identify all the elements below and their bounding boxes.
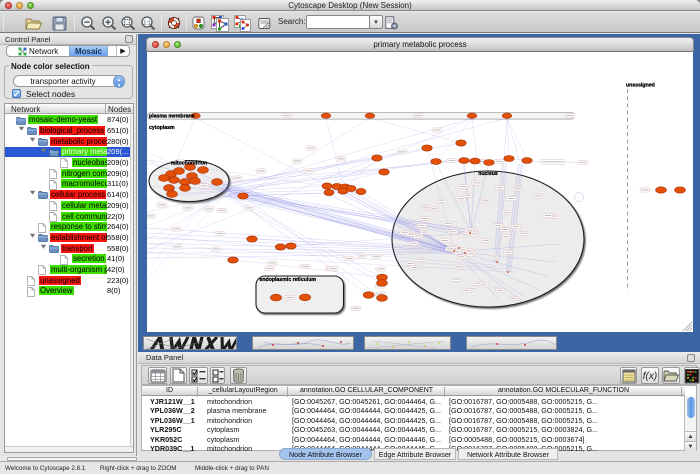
svg-text:nucleus: nucleus [478,171,498,177]
svg-text:cytoplasm: cytoplasm [149,125,175,131]
svg-text:mitochondrion: mitochondrion [171,161,207,167]
svg-text:unassigned: unassigned [626,83,655,89]
svg-text:f(x): f(x) [643,371,657,382]
svg-text:1:1: 1:1 [143,20,151,26]
svg-text:plasma membrane: plasma membrane [149,113,195,119]
svg-text:endoplasmic reticulum: endoplasmic reticulum [260,277,317,283]
